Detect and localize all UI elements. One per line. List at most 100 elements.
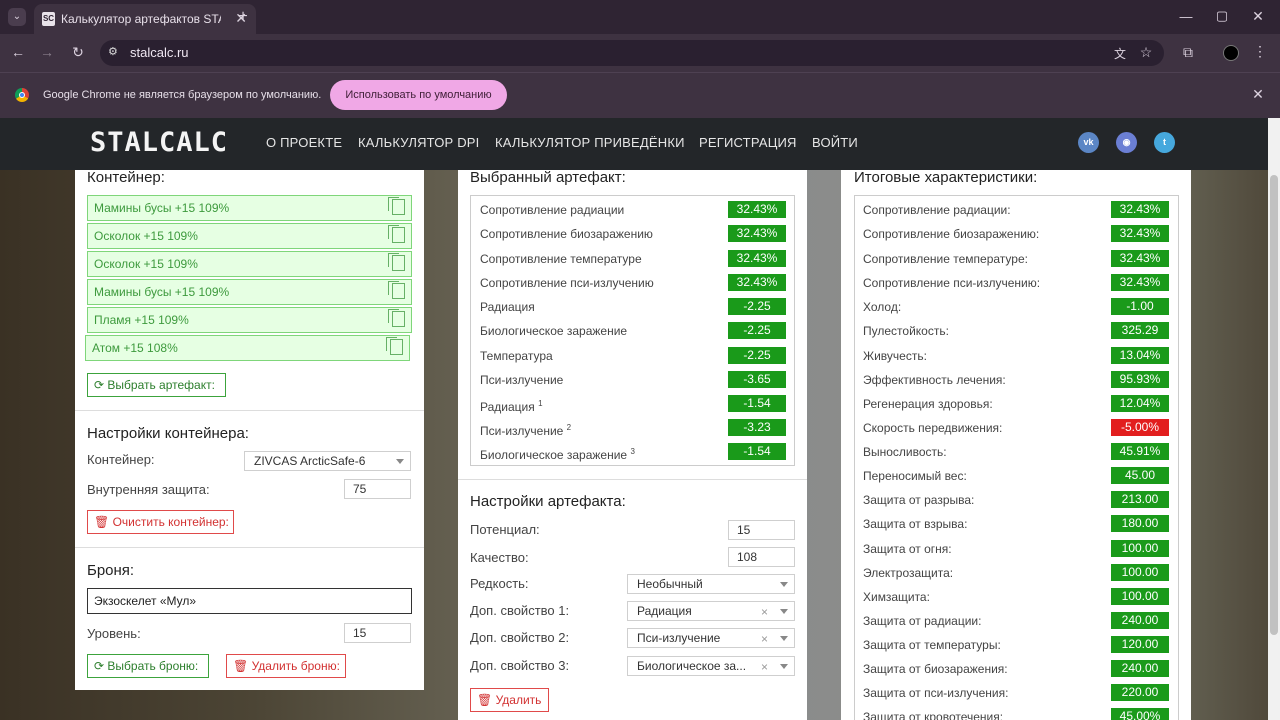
scrollbar-thumb[interactable] <box>1270 175 1278 635</box>
extra3-label: Доп. свойство 3: <box>470 658 570 673</box>
divider <box>458 479 807 480</box>
infobar-close-icon[interactable]: ✕ <box>1250 86 1266 103</box>
copy-icon[interactable] <box>388 253 405 271</box>
copy-icon[interactable] <box>386 337 403 355</box>
container-item[interactable]: Атом +15 108% <box>85 335 410 361</box>
stat-row: Сопротивление радиации 32.43% <box>480 198 788 222</box>
container-item[interactable]: Мамины бусы +15 109% <box>87 195 412 221</box>
vk-icon[interactable]: vk <box>1078 132 1099 153</box>
inner-protection-label: Внутренняя защита: <box>87 482 210 497</box>
discord-icon[interactable]: ◉ <box>1116 132 1137 153</box>
stat-row: Пси-излучение -3.65 <box>480 368 788 392</box>
total-stat-row: Защита от огня: 100.00 <box>863 537 1173 561</box>
rarity-select[interactable]: Необычный <box>627 574 795 594</box>
extra2-select[interactable]: Пси-излучение × <box>627 628 795 648</box>
extensions-icon[interactable]: ⧉ <box>1179 44 1197 61</box>
selected-artifact-title: Выбранный артефакт: <box>470 169 626 186</box>
delete-artifact-button[interactable]: 🗑 Удалить <box>470 688 549 712</box>
chevron-down-icon <box>780 582 788 587</box>
container-item[interactable]: Осколок +15 109% <box>87 251 412 277</box>
total-stat-row: Скорость передвижения: -5.00% <box>863 416 1173 440</box>
total-stat-row: Сопротивление радиации: 32.43% <box>863 198 1173 222</box>
menu-kebab-icon[interactable]: ⋮ <box>1253 43 1267 60</box>
quality-label: Качество: <box>470 550 529 565</box>
container-item[interactable]: Осколок +15 109% <box>87 223 412 249</box>
nav-login[interactable]: ВОЙТИ <box>812 135 858 150</box>
inner-protection-input[interactable]: 75 <box>344 479 411 499</box>
bookmark-star-icon[interactable]: ☆ <box>1138 44 1154 61</box>
maximize-icon[interactable]: ▢ <box>1213 8 1231 24</box>
selected-artifact-stats: Сопротивление радиации 32.43% Сопротивлен… <box>470 195 795 466</box>
stat-row: Сопротивление биозаражению 32.43% <box>480 222 788 246</box>
nav-about[interactable]: О ПРОЕКТЕ <box>266 135 342 150</box>
select-artifact-button[interactable]: ⟳ Выбрать артефакт: <box>87 373 226 397</box>
level-input[interactable]: 15 <box>344 623 411 643</box>
trash-icon: 🗑 <box>94 515 113 529</box>
stat-row: Сопротивление температуре 32.43% <box>480 247 788 271</box>
total-stat-row: Защита от биозаражения: 240.00 <box>863 657 1173 681</box>
potential-input[interactable]: 15 <box>728 520 795 540</box>
total-stats-title: Итоговые характеристики: <box>854 169 1038 186</box>
minimize-icon[interactable]: — <box>1177 9 1195 24</box>
level-label: Уровень: <box>87 626 141 641</box>
total-stat-row: Выносливость: 45.91% <box>863 440 1173 464</box>
stat-row: Температура -2.25 <box>480 344 788 368</box>
chevron-down-icon <box>396 459 404 464</box>
forward-icon[interactable]: → <box>38 44 56 60</box>
quality-input[interactable]: 108 <box>728 547 795 567</box>
chevron-down-icon <box>780 609 788 614</box>
window-close-icon[interactable]: ✕ <box>1249 8 1267 25</box>
profile-avatar[interactable] <box>1223 45 1239 61</box>
copy-icon[interactable] <box>388 309 405 327</box>
total-stat-row: Сопротивление температуре: 32.43% <box>863 247 1173 271</box>
extra1-label: Доп. свойство 1: <box>470 603 570 618</box>
extra1-select[interactable]: Радиация × <box>627 601 795 621</box>
total-stats-list: Сопротивление радиации: 32.43% Сопротивле… <box>854 195 1179 720</box>
copy-icon[interactable] <box>388 197 405 215</box>
new-tab-icon[interactable]: + <box>234 8 252 26</box>
nav-dpi-calculator[interactable]: КАЛЬКУЛЯТОР DPI <box>358 135 479 150</box>
url-text: stalcalc.ru <box>130 45 189 60</box>
back-icon[interactable]: ← <box>9 44 27 60</box>
potential-label: Потенциал: <box>470 522 540 537</box>
armor-title: Броня: <box>87 562 135 579</box>
select-armor-button[interactable]: ⟳ Выбрать броню: <box>87 654 209 678</box>
trash-icon: 🗑 <box>233 659 252 673</box>
reload-icon[interactable]: ↻ <box>69 44 87 61</box>
total-stat-row: Защита от радиации: 240.00 <box>863 609 1173 633</box>
set-default-button[interactable]: Использовать по умолчанию <box>330 80 507 110</box>
total-stat-row: Защита от кровотечения: 45.00% <box>863 705 1173 720</box>
browser-tab[interactable]: SC Калькулятор артефактов STALC ✕ <box>34 4 256 34</box>
copy-icon[interactable] <box>388 225 405 243</box>
container-label: Контейнер: <box>87 452 155 467</box>
tab-title: Калькулятор артефактов STALC <box>61 12 221 26</box>
total-stat-row: Защита от температуры: 120.00 <box>863 633 1173 657</box>
container-select[interactable]: ZIVCAS ArcticSafe-6 <box>244 451 411 471</box>
total-stat-row: Живучесть: 13.04% <box>863 344 1173 368</box>
clear-icon[interactable]: × <box>761 630 768 647</box>
clear-icon[interactable]: × <box>761 658 768 675</box>
extra3-select[interactable]: Биологическое за... × <box>627 656 795 676</box>
twitter-icon[interactable]: t <box>1154 132 1175 153</box>
address-bar[interactable]: ⚙ stalcalc.ru 文 ☆ <box>100 40 1164 66</box>
artifact-settings-title: Настройки артефакта: <box>470 493 626 510</box>
copy-icon[interactable] <box>388 281 405 299</box>
clear-container-button[interactable]: 🗑 Очистить контейнер: <box>87 510 234 534</box>
site-info-icon[interactable]: ⚙ <box>108 45 118 58</box>
container-item[interactable]: Пламя +15 109% <box>87 307 412 333</box>
container-item[interactable]: Мамины бусы +15 109% <box>87 279 412 305</box>
stat-row: Радиация -2.25 <box>480 295 788 319</box>
total-stat-row: Электрозащита: 100.00 <box>863 561 1173 585</box>
total-stat-row: Эффективность лечения: 95.93% <box>863 368 1173 392</box>
armor-input[interactable]: Экзоскелет «Мул» <box>87 588 412 614</box>
delete-armor-button[interactable]: 🗑 Удалить броню: <box>226 654 346 678</box>
tab-search-icon[interactable]: ⌄ <box>8 8 26 26</box>
extra2-label: Доп. свойство 2: <box>470 630 570 645</box>
site-logo[interactable]: STALCALC <box>90 127 228 158</box>
clear-icon[interactable]: × <box>761 603 768 620</box>
refresh-icon: ⟳ <box>94 659 108 673</box>
nav-reduced-calculator[interactable]: КАЛЬКУЛЯТОР ПРИВЕДЁНКИ <box>495 135 685 150</box>
nav-register[interactable]: РЕГИСТРАЦИЯ <box>699 135 797 150</box>
translate-icon[interactable]: 文 <box>1112 45 1128 62</box>
trash-icon: 🗑 <box>477 693 496 707</box>
